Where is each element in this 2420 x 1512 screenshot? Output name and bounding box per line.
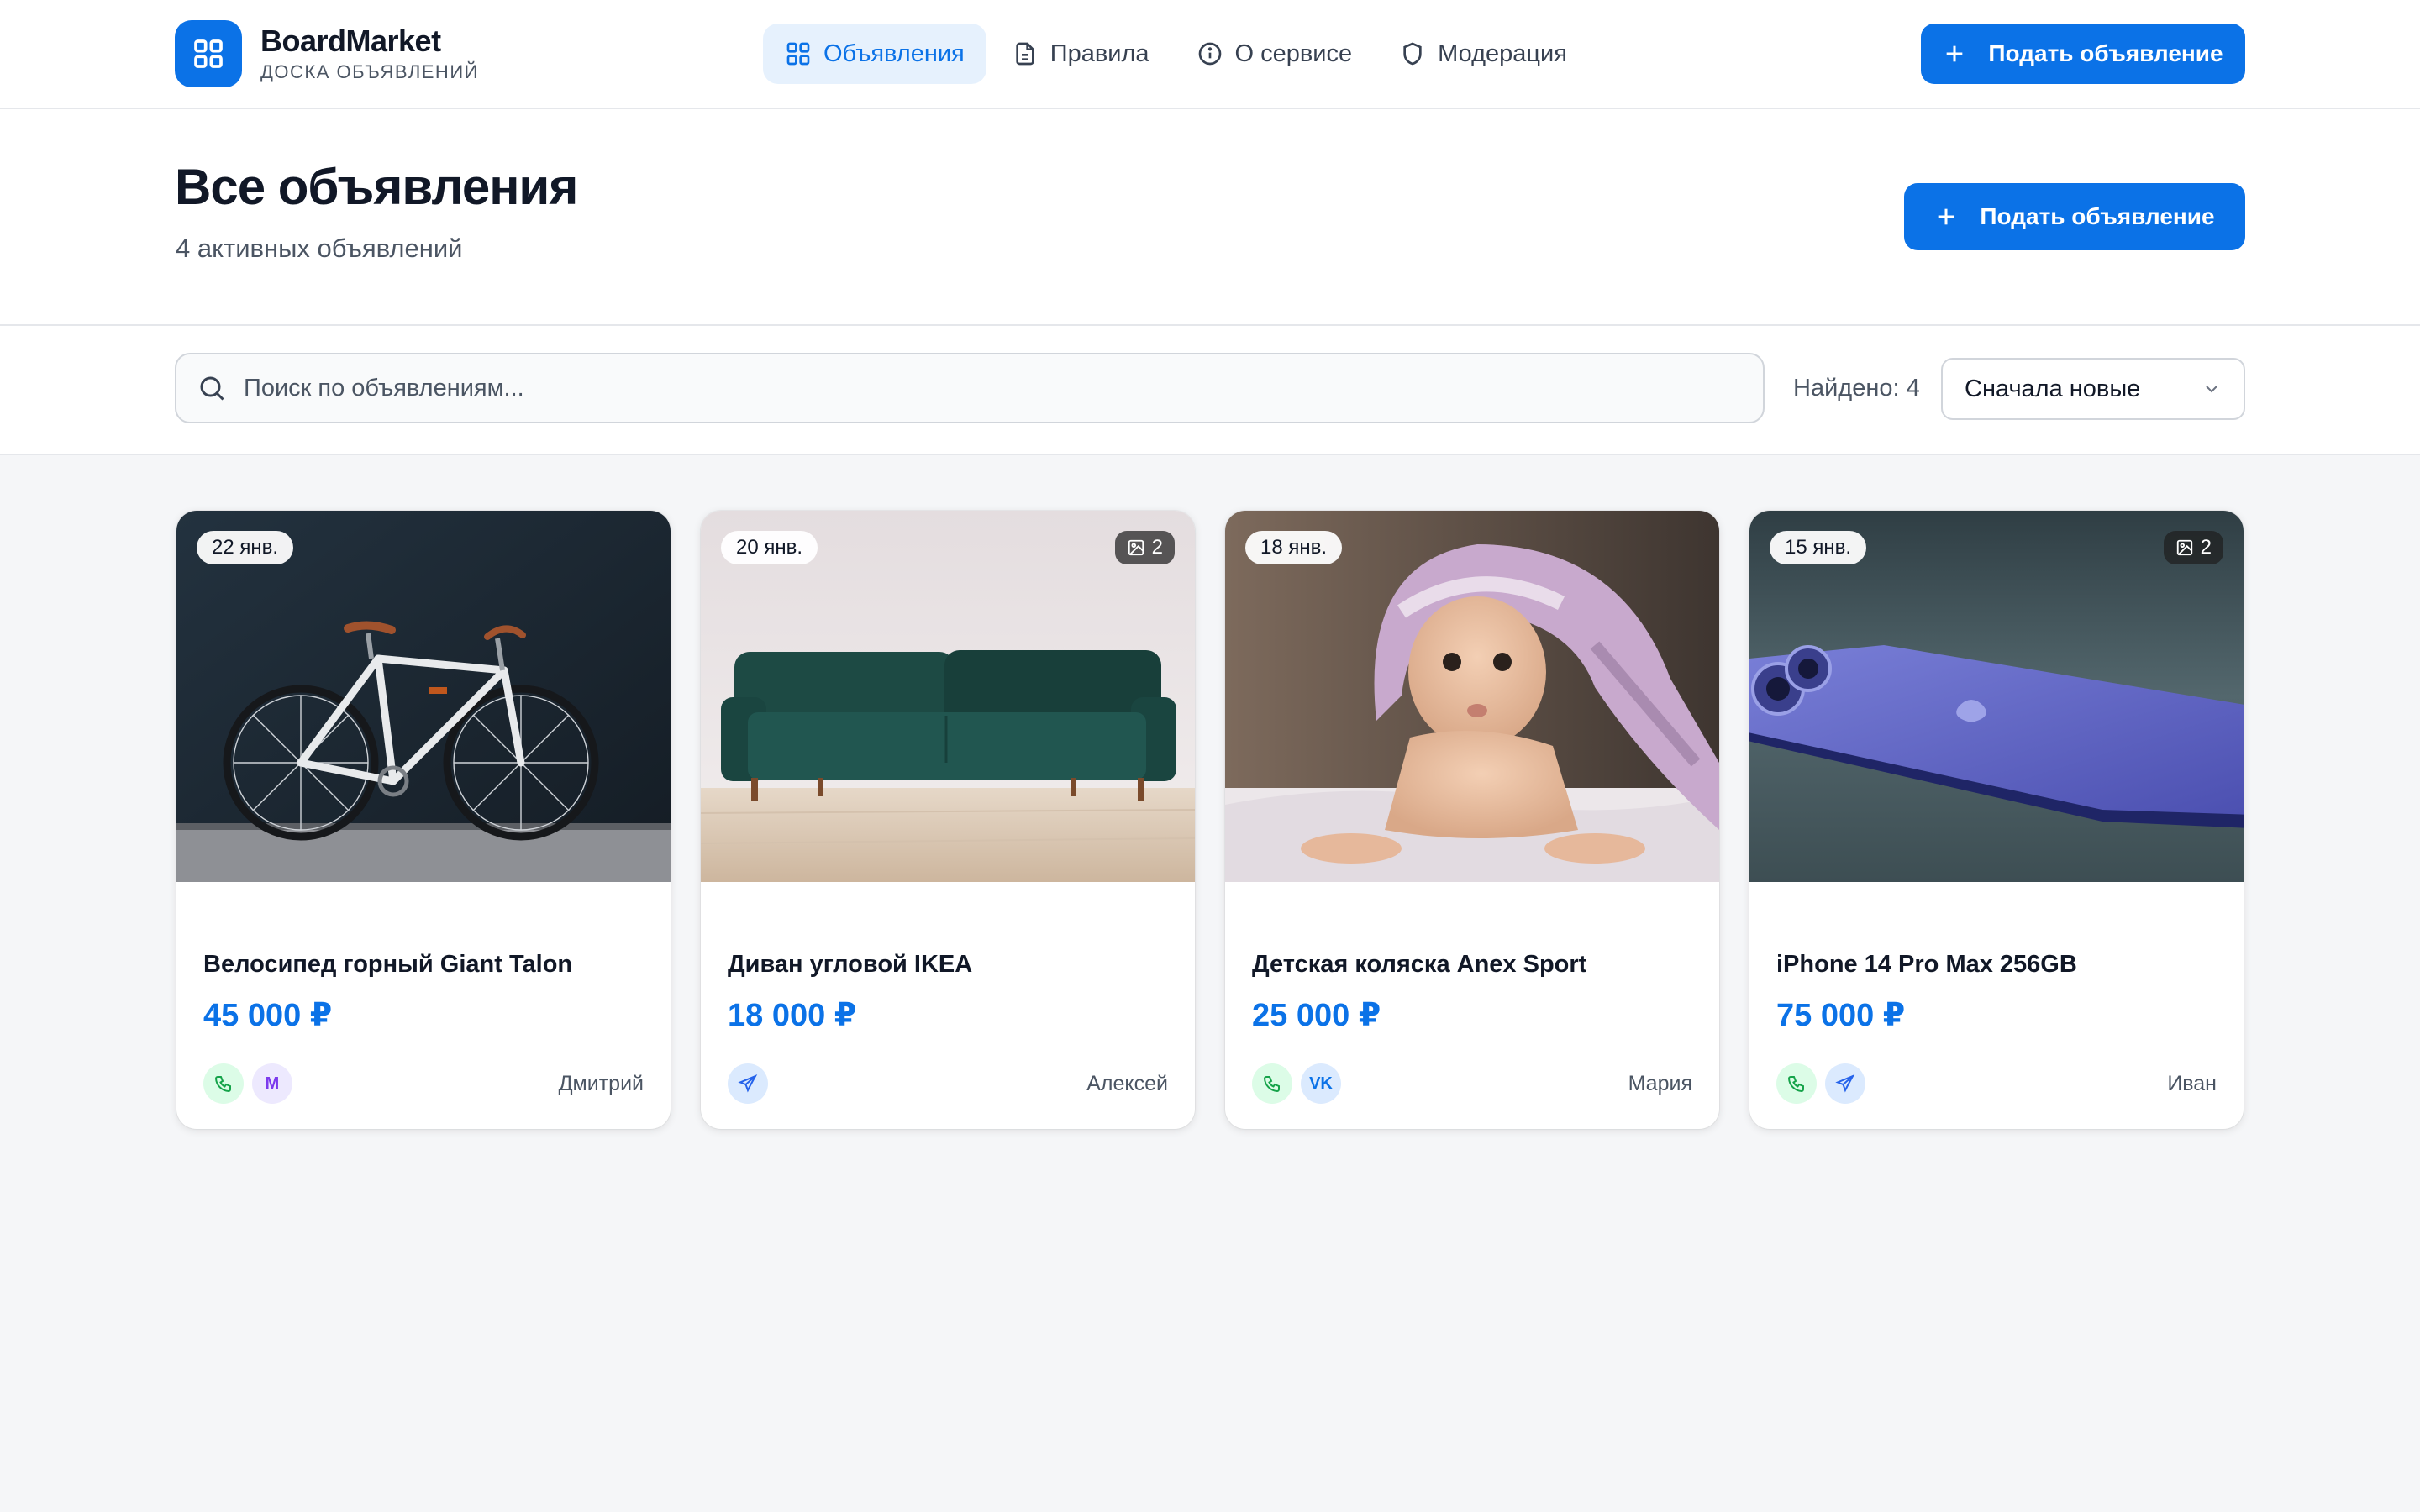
listing-price: 45 000 ₽ [203, 998, 333, 1033]
listing-title[interactable]: Диван угловой IKEA [728, 951, 972, 979]
brand-subtitle: ДОСКА ОБЪЯВЛЕНИЙ [260, 61, 479, 82]
phone-icon[interactable] [1252, 1063, 1292, 1104]
photo-count: 2 [2200, 536, 2212, 559]
button-label: Подать объявление [1988, 40, 2223, 66]
search-box[interactable] [175, 353, 1765, 423]
listing-card[interactable]: 20 янв. 2 Диван угловой IKEA 18 000 ₽ Ал… [701, 511, 1195, 1129]
chevron-down-icon [2206, 386, 2217, 393]
contact-methods [1776, 1063, 1874, 1104]
sofa-photo [701, 511, 1195, 882]
listing-title[interactable]: Велосипед горный Giant Talon [203, 951, 572, 979]
search-icon [200, 376, 224, 401]
date-badge: 20 янв. [721, 531, 818, 564]
nav-item-rules[interactable]: Правила [990, 24, 1171, 84]
contact-methods: M [203, 1063, 301, 1104]
info-icon [1198, 42, 1221, 66]
contact-methods [728, 1063, 776, 1104]
seller-name: Дмитрий [558, 1072, 644, 1095]
photo-count-badge: 2 [1114, 531, 1175, 564]
vk-icon[interactable]: VK [1301, 1063, 1341, 1104]
search-toolbar: Найдено: 4 Сначала новые [0, 326, 2420, 455]
page-title: Все объявления [175, 159, 578, 215]
date-badge: 15 янв. [1770, 531, 1867, 564]
listing-price: 18 000 ₽ [728, 998, 857, 1033]
phone-icon[interactable] [1776, 1063, 1817, 1104]
nav-item-about[interactable]: О сервисе [1175, 24, 1375, 84]
listing-price: 25 000 ₽ [1252, 998, 1381, 1033]
post-ad-button[interactable]: Подать объявление [1904, 183, 2245, 250]
seller-name: Иван [2167, 1072, 2217, 1095]
listing-title[interactable]: iPhone 14 Pro Max 256GB [1776, 951, 2077, 979]
button-label: Подать объявление [1980, 203, 2215, 229]
document-icon [1016, 42, 1034, 66]
shield-icon [1403, 42, 1422, 66]
listing-card[interactable]: 15 янв. 2 iPhone 14 Pro Max 256GB 75 000… [1749, 511, 2244, 1129]
nav-label: О сервисе [1234, 39, 1353, 67]
listing-image[interactable]: 15 янв. 2 [1749, 511, 2244, 882]
date-badge: 18 янв. [1245, 531, 1343, 564]
logo-icon [175, 20, 242, 87]
listing-price: 75 000 ₽ [1776, 998, 1906, 1033]
image-icon [1128, 539, 1144, 556]
brand[interactable]: BoardMarket ДОСКА ОБЪЯВЛЕНИЙ [175, 20, 479, 87]
baby-photo [1225, 511, 1719, 882]
date-badge: 22 янв. [197, 531, 294, 564]
brand-name: BoardMarket [260, 24, 441, 58]
listing-count: 4 активных объявлений [176, 234, 463, 263]
top-navbar: BoardMarket ДОСКА ОБЪЯВЛЕНИЙ Объявления … [0, 0, 2420, 109]
sort-select[interactable]: Сначала новые [1941, 358, 2245, 420]
contact-methods: VK [1252, 1063, 1349, 1104]
listing-title[interactable]: Детская коляска Anex Sport [1252, 951, 1586, 979]
page-header: Все объявления 4 активных объявлений Под… [0, 109, 2420, 326]
telegram-icon[interactable] [1825, 1063, 1865, 1104]
listing-image[interactable]: 22 янв. [176, 511, 671, 882]
nav-label: Объявления [823, 39, 965, 67]
main-nav: Объявления Правила О сервисе Модерация [763, 24, 1592, 84]
seller-name: Алексей [1086, 1072, 1168, 1095]
photo-count: 2 [1151, 536, 1163, 559]
nav-post-ad-button[interactable]: Подать объявление [1921, 24, 2245, 84]
listing-image[interactable]: 18 янв. [1225, 511, 1719, 882]
max-messenger-icon[interactable]: M [252, 1063, 292, 1104]
iphone-photo [1749, 511, 2244, 882]
nav-label: Правила [1050, 39, 1150, 67]
telegram-icon[interactable] [728, 1063, 768, 1104]
plus-icon [1939, 208, 1954, 225]
bicycle-photo [176, 511, 671, 882]
listing-image[interactable]: 20 янв. 2 [701, 511, 1195, 882]
plus-icon [1947, 45, 1963, 62]
listing-card[interactable]: 18 янв. Детская коляска Anex Sport 25 00… [1225, 511, 1719, 1129]
nav-label: Модерация [1438, 39, 1567, 67]
image-icon [2176, 539, 2192, 556]
seller-name: Мария [1628, 1072, 1692, 1095]
nav-item-moderation[interactable]: Модерация [1377, 24, 1589, 84]
nav-item-listings[interactable]: Объявления [763, 24, 986, 84]
search-input[interactable] [242, 373, 1716, 403]
phone-icon[interactable] [203, 1063, 244, 1104]
results-count: Найдено: 4 [1793, 375, 1920, 402]
photo-count-badge: 2 [2163, 531, 2223, 564]
grid-icon [786, 42, 810, 66]
listing-card[interactable]: 22 янв. Велосипед горный Giant Talon 45 … [176, 511, 671, 1129]
sort-value: Сначала новые [1965, 375, 2141, 402]
